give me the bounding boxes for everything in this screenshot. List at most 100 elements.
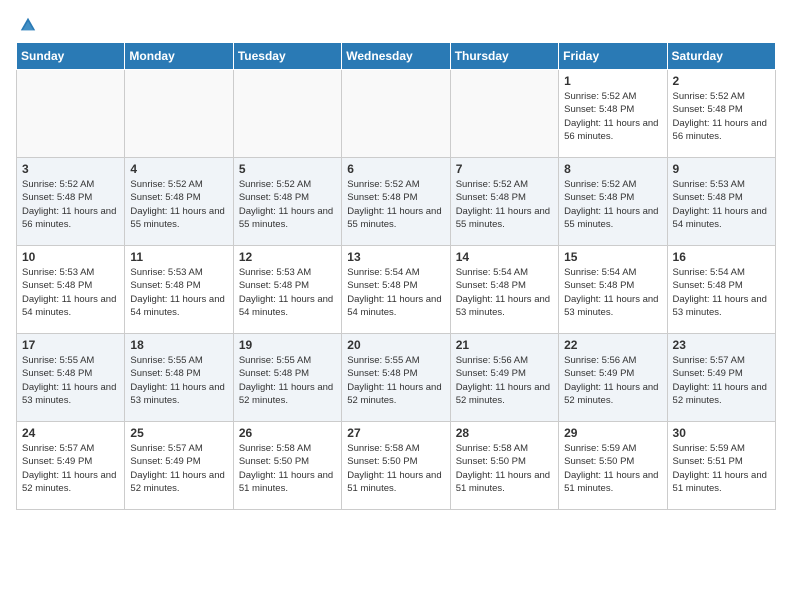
calendar-cell: 26Sunrise: 5:58 AM Sunset: 5:50 PM Dayli…: [233, 422, 341, 510]
day-number: 18: [130, 338, 227, 352]
calendar-cell: 9 Sunrise: 5:53 AM Sunset: 5:48 PM Daylig…: [667, 158, 775, 246]
calendar-cell: 8 Sunrise: 5:52 AM Sunset: 5:48 PM Daylig…: [559, 158, 667, 246]
day-info: Sunrise: 5:54 AM Sunset: 5:48 PM Dayligh…: [347, 266, 444, 319]
calendar-cell: 1 Sunrise: 5:52 AM Sunset: 5:48 PM Daylig…: [559, 70, 667, 158]
calendar-cell: 30 Sunrise: 5:59 AM Sunset: 5:51 PM Dayli…: [667, 422, 775, 510]
day-header-tuesday: Tuesday: [233, 43, 341, 70]
day-number: 21: [456, 338, 553, 352]
day-number: 12: [239, 250, 336, 264]
calendar-cell: 7 Sunrise: 5:52 AM Sunset: 5:48 PM Daylig…: [450, 158, 558, 246]
day-info: Sunrise: 5:58 AM Sunset: 5:50 PM Dayligh…: [456, 442, 553, 495]
calendar-week-row: 3 Sunrise: 5:52 AM Sunset: 5:48 PM Daylig…: [17, 158, 776, 246]
day-info: Sunrise: 5:57 AM Sunset: 5:49 PM Dayligh…: [673, 354, 770, 407]
day-info: Sunrise: 5:57 AM Sunset: 5:49 PM Dayligh…: [22, 442, 119, 495]
calendar-cell: 14 Sunrise: 5:54 AM Sunset: 5:48 PM Dayli…: [450, 246, 558, 334]
day-info: Sunrise: 5:52 AM Sunset: 5:48 PM Dayligh…: [564, 90, 661, 143]
day-info: Sunrise: 5:52 AM Sunset: 5:48 PM Dayligh…: [456, 178, 553, 231]
day-number: 8: [564, 162, 661, 176]
day-info: Sunrise: 5:58 AM Sunset: 5:50 PM Dayligh…: [239, 442, 336, 495]
day-info: Sunrise: 5:53 AM Sunset: 5:48 PM Dayligh…: [22, 266, 119, 319]
calendar: SundayMondayTuesdayWednesdayThursdayFrid…: [16, 42, 776, 510]
day-number: 3: [22, 162, 119, 176]
day-number: 29: [564, 426, 661, 440]
day-info: Sunrise: 5:55 AM Sunset: 5:48 PM Dayligh…: [130, 354, 227, 407]
day-number: 14: [456, 250, 553, 264]
day-info: Sunrise: 5:52 AM Sunset: 5:48 PM Dayligh…: [239, 178, 336, 231]
day-info: Sunrise: 5:54 AM Sunset: 5:48 PM Dayligh…: [673, 266, 770, 319]
calendar-cell: [450, 70, 558, 158]
day-info: Sunrise: 5:55 AM Sunset: 5:48 PM Dayligh…: [239, 354, 336, 407]
day-number: 17: [22, 338, 119, 352]
day-info: Sunrise: 5:52 AM Sunset: 5:48 PM Dayligh…: [347, 178, 444, 231]
calendar-cell: 10 Sunrise: 5:53 AM Sunset: 5:48 PM Dayli…: [17, 246, 125, 334]
day-header-thursday: Thursday: [450, 43, 558, 70]
day-header-friday: Friday: [559, 43, 667, 70]
calendar-week-row: 24 Sunrise: 5:57 AM Sunset: 5:49 PM Dayli…: [17, 422, 776, 510]
calendar-cell: 25 Sunrise: 5:57 AM Sunset: 5:49 PM Dayli…: [125, 422, 233, 510]
day-number: 20: [347, 338, 444, 352]
day-info: Sunrise: 5:57 AM Sunset: 5:49 PM Dayligh…: [130, 442, 227, 495]
calendar-cell: [233, 70, 341, 158]
day-info: Sunrise: 5:52 AM Sunset: 5:48 PM Dayligh…: [564, 178, 661, 231]
calendar-cell: 18 Sunrise: 5:55 AM Sunset: 5:48 PM Dayli…: [125, 334, 233, 422]
calendar-cell: 15 Sunrise: 5:54 AM Sunset: 5:48 PM Dayli…: [559, 246, 667, 334]
day-info: Sunrise: 5:55 AM Sunset: 5:48 PM Dayligh…: [347, 354, 444, 407]
day-number: 27: [347, 426, 444, 440]
day-header-wednesday: Wednesday: [342, 43, 450, 70]
day-number: 30: [673, 426, 770, 440]
calendar-cell: [125, 70, 233, 158]
day-number: 4: [130, 162, 227, 176]
day-number: 2: [673, 74, 770, 88]
calendar-header-row: SundayMondayTuesdayWednesdayThursdayFrid…: [17, 43, 776, 70]
calendar-week-row: 1 Sunrise: 5:52 AM Sunset: 5:48 PM Daylig…: [17, 70, 776, 158]
day-number: 23: [673, 338, 770, 352]
day-header-saturday: Saturday: [667, 43, 775, 70]
calendar-cell: [342, 70, 450, 158]
day-number: 1: [564, 74, 661, 88]
calendar-cell: 29 Sunrise: 5:59 AM Sunset: 5:50 PM Dayli…: [559, 422, 667, 510]
day-number: 19: [239, 338, 336, 352]
calendar-cell: 27 Sunrise: 5:58 AM Sunset: 5:50 PM Dayli…: [342, 422, 450, 510]
day-header-sunday: Sunday: [17, 43, 125, 70]
day-info: Sunrise: 5:53 AM Sunset: 5:48 PM Dayligh…: [673, 178, 770, 231]
day-header-monday: Monday: [125, 43, 233, 70]
calendar-cell: 24 Sunrise: 5:57 AM Sunset: 5:49 PM Dayli…: [17, 422, 125, 510]
day-info: Sunrise: 5:58 AM Sunset: 5:50 PM Dayligh…: [347, 442, 444, 495]
calendar-cell: 11 Sunrise: 5:53 AM Sunset: 5:48 PM Dayli…: [125, 246, 233, 334]
calendar-cell: 19 Sunrise: 5:55 AM Sunset: 5:48 PM Dayli…: [233, 334, 341, 422]
day-info: Sunrise: 5:52 AM Sunset: 5:48 PM Dayligh…: [673, 90, 770, 143]
calendar-cell: 20 Sunrise: 5:55 AM Sunset: 5:48 PM Dayli…: [342, 334, 450, 422]
logo: [16, 16, 38, 30]
day-info: Sunrise: 5:59 AM Sunset: 5:50 PM Dayligh…: [564, 442, 661, 495]
calendar-week-row: 10 Sunrise: 5:53 AM Sunset: 5:48 PM Dayli…: [17, 246, 776, 334]
calendar-cell: 22Sunrise: 5:56 AM Sunset: 5:49 PM Dayli…: [559, 334, 667, 422]
calendar-cell: 6 Sunrise: 5:52 AM Sunset: 5:48 PM Daylig…: [342, 158, 450, 246]
page-header: [16, 16, 776, 30]
calendar-cell: 4Sunrise: 5:52 AM Sunset: 5:48 PM Daylig…: [125, 158, 233, 246]
calendar-cell: 3 Sunrise: 5:52 AM Sunset: 5:48 PM Daylig…: [17, 158, 125, 246]
day-number: 5: [239, 162, 336, 176]
day-number: 15: [564, 250, 661, 264]
day-number: 13: [347, 250, 444, 264]
day-number: 10: [22, 250, 119, 264]
day-info: Sunrise: 5:53 AM Sunset: 5:48 PM Dayligh…: [130, 266, 227, 319]
calendar-cell: 12Sunrise: 5:53 AM Sunset: 5:48 PM Dayli…: [233, 246, 341, 334]
day-number: 28: [456, 426, 553, 440]
day-info: Sunrise: 5:59 AM Sunset: 5:51 PM Dayligh…: [673, 442, 770, 495]
calendar-cell: 17Sunrise: 5:55 AM Sunset: 5:48 PM Dayli…: [17, 334, 125, 422]
day-info: Sunrise: 5:52 AM Sunset: 5:48 PM Dayligh…: [22, 178, 119, 231]
day-number: 25: [130, 426, 227, 440]
day-number: 11: [130, 250, 227, 264]
calendar-cell: 2 Sunrise: 5:52 AM Sunset: 5:48 PM Daylig…: [667, 70, 775, 158]
day-number: 6: [347, 162, 444, 176]
day-number: 7: [456, 162, 553, 176]
day-number: 24: [22, 426, 119, 440]
day-info: Sunrise: 5:54 AM Sunset: 5:48 PM Dayligh…: [456, 266, 553, 319]
day-info: Sunrise: 5:54 AM Sunset: 5:48 PM Dayligh…: [564, 266, 661, 319]
calendar-cell: 28 Sunrise: 5:58 AM Sunset: 5:50 PM Dayli…: [450, 422, 558, 510]
logo-icon: [19, 16, 37, 34]
day-number: 16: [673, 250, 770, 264]
calendar-cell: 21Sunrise: 5:56 AM Sunset: 5:49 PM Dayli…: [450, 334, 558, 422]
calendar-week-row: 17 Sunrise: 5:55 AM Sunset: 5:48 PM Dayli…: [17, 334, 776, 422]
day-number: 9: [673, 162, 770, 176]
